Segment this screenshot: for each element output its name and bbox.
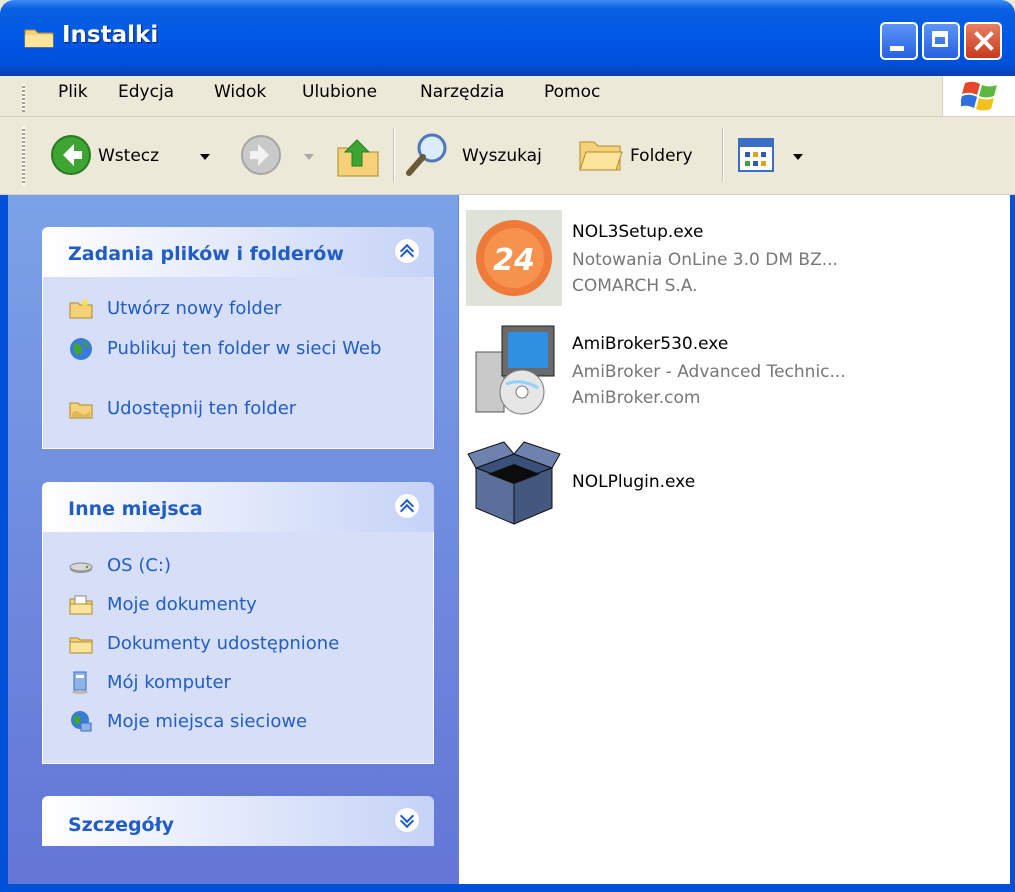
window-right-border	[1010, 195, 1015, 892]
package-box-icon	[467, 441, 561, 525]
file-item[interactable]: AmiBroker530.exe AmiBroker - Advanced Te…	[466, 322, 896, 422]
views-icon	[738, 138, 774, 172]
place-shared-documents[interactable]: Dokumenty udostępnione	[69, 632, 407, 656]
place-my-computer[interactable]: Mój komputer	[69, 671, 407, 695]
place-my-computer-label: Mój komputer	[107, 672, 231, 693]
toolbar-separator	[393, 128, 395, 182]
explorer-window: Instalki Plik Edycja Widok Ulubione Narz…	[0, 0, 1015, 892]
back-button[interactable]: Wstecz	[50, 134, 220, 178]
file-item[interactable]: 24 NOL3Setup.exe Notowania OnLine 3.0 DM…	[466, 210, 896, 310]
back-dropdown-arrow[interactable]	[200, 154, 210, 160]
place-drive-c[interactable]: OS (C:)	[69, 554, 407, 578]
places-panel-body: OS (C:) Moje dokumenty Dokumenty udostęp…	[42, 532, 434, 764]
places-panel-header[interactable]: Inne miejsca	[42, 482, 434, 532]
window-bottom-border	[0, 884, 1015, 892]
window-left-border	[0, 195, 8, 892]
title-bar[interactable]: Instalki	[0, 0, 1015, 76]
task-publish-web[interactable]: Publikuj ten folder w sieci Web	[69, 337, 407, 361]
share-folder-icon	[69, 402, 93, 419]
installer-icon	[475, 325, 555, 415]
toolbar-grip[interactable]	[22, 127, 25, 185]
close-button[interactable]	[964, 22, 1002, 60]
windows-logo	[942, 76, 1015, 116]
menu-ulubione[interactable]: Ulubione	[302, 82, 377, 102]
globe-icon	[70, 338, 92, 360]
network-places-icon	[71, 711, 92, 732]
windows-flag-icon	[961, 81, 997, 111]
file-name: NOL3Setup.exe	[572, 222, 704, 242]
nol3-app-icon: 24	[466, 210, 562, 306]
place-shared-documents-label: Dokumenty udostępnione	[107, 633, 340, 654]
menu-widok[interactable]: Widok	[214, 82, 266, 102]
file-name: AmiBroker530.exe	[572, 334, 729, 354]
forward-button[interactable]	[240, 134, 320, 178]
tasks-panel-title: Zadania plików i folderów	[68, 243, 344, 265]
my-documents-icon	[69, 595, 93, 615]
file-item[interactable]: NOLPlugin.exe	[466, 434, 896, 534]
folder-icon	[24, 29, 54, 48]
back-label: Wstecz	[98, 146, 160, 166]
folders-icon	[579, 141, 623, 171]
search-label: Wyszukaj	[462, 146, 542, 166]
task-publish-web-label: Publikuj ten folder w sieci Web	[107, 338, 382, 359]
place-network[interactable]: Moje miejsca sieciowe	[69, 710, 407, 734]
menu-plik[interactable]: Plik	[58, 82, 88, 102]
task-new-folder-label: Utwórz nowy folder	[107, 298, 282, 319]
views-dropdown-arrow[interactable]	[793, 154, 803, 160]
file-company: COMARCH S.A.	[572, 276, 698, 296]
minimize-button[interactable]	[880, 22, 918, 60]
file-name: NOLPlugin.exe	[572, 472, 696, 492]
forward-dropdown-arrow[interactable]	[304, 154, 314, 160]
details-panel-title: Szczegóły	[68, 814, 175, 836]
place-my-documents[interactable]: Moje dokumenty	[69, 593, 407, 617]
tasks-panel: Zadania plików i folderów Utwórz nowy fo…	[42, 227, 434, 449]
tasks-panel-header[interactable]: Zadania plików i folderów	[42, 227, 434, 277]
task-share-folder-label: Udostępnij ten folder	[107, 398, 297, 419]
maximize-button[interactable]	[922, 22, 960, 60]
file-description: Notowania OnLine 3.0 DM BZ...	[572, 250, 838, 270]
details-panel-header[interactable]: Szczegóły	[42, 796, 434, 846]
tasks-panel-body: Utwórz nowy folder Publikuj ten folder w…	[42, 277, 434, 449]
collapse-icon[interactable]	[394, 493, 420, 519]
details-panel: Szczegóły	[42, 796, 434, 846]
search-button[interactable]: Wyszukaj	[404, 130, 564, 180]
search-icon	[406, 133, 447, 176]
file-company: AmiBroker.com	[572, 388, 701, 408]
shared-folder-icon	[69, 637, 93, 654]
expand-icon[interactable]	[394, 807, 420, 833]
svg-text:24: 24	[493, 243, 535, 278]
task-share-folder[interactable]: Udostępnij ten folder	[69, 397, 407, 421]
new-folder-icon	[69, 298, 93, 319]
drive-icon	[69, 562, 93, 573]
menu-pomoc[interactable]: Pomoc	[544, 82, 600, 102]
task-new-folder[interactable]: Utwórz nowy folder	[69, 297, 407, 321]
place-drive-c-label: OS (C:)	[107, 555, 171, 576]
menu-narzedzia[interactable]: Narzędzia	[420, 82, 504, 102]
folders-label: Foldery	[630, 146, 693, 166]
places-panel: Inne miejsca OS (C:) Moje dokumenty Doku…	[42, 482, 434, 764]
place-my-documents-label: Moje dokumenty	[107, 594, 257, 615]
toolbar-separator	[722, 128, 724, 182]
places-panel-title: Inne miejsca	[68, 498, 203, 520]
folders-button[interactable]: Foldery	[578, 132, 708, 178]
back-arrow-icon	[51, 135, 91, 175]
forward-arrow-icon	[241, 135, 281, 175]
views-button[interactable]	[738, 136, 808, 176]
file-description: AmiBroker - Advanced Technic...	[572, 362, 846, 382]
menu-grip[interactable]	[22, 84, 25, 112]
menu-edycja[interactable]: Edycja	[118, 82, 174, 102]
folder-up-icon[interactable]	[335, 134, 381, 178]
window-title: Instalki	[62, 22, 159, 48]
collapse-icon[interactable]	[394, 238, 420, 264]
place-network-label: Moje miejsca sieciowe	[107, 711, 308, 732]
computer-icon	[72, 671, 88, 694]
